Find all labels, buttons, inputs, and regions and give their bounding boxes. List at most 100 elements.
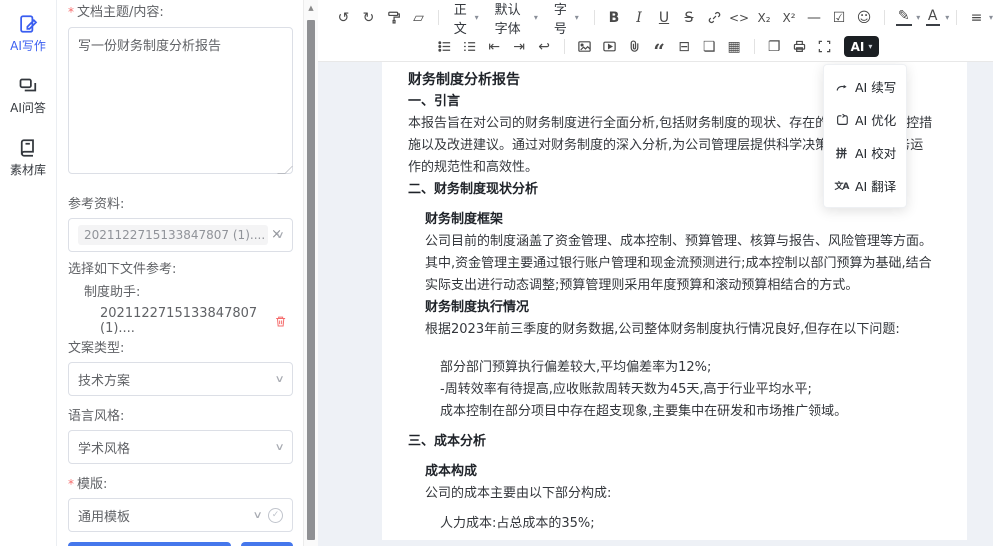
inline-code-icon[interactable]: <> [728,6,751,29]
video-icon[interactable] [598,35,621,58]
attachment-icon[interactable] [623,35,646,58]
image-icon[interactable] [573,35,596,58]
doc-type-value: 技术方案 [78,370,276,389]
doc-list-line: -周转效率有待提高,应收账款周转天数为45天,高于行业平均水平; [440,379,935,401]
toolbar-divider [754,39,755,54]
ai-writing-icon [18,14,38,34]
caret-down-icon: ▾ [575,13,579,22]
required-mark: * [68,5,74,19]
material-library-icon [18,138,38,158]
file-section-label: 选择如下文件参考: [68,262,293,278]
assistant-label: 制度助手: [84,285,293,301]
horizontal-rule-icon[interactable]: — [803,6,826,29]
reference-select[interactable]: 2021122715133847807 (1).... × ∨ [68,218,293,252]
paragraph-style-select[interactable]: 正文 ▾ [454,0,479,37]
ai-translate-icon: 文A [834,179,849,192]
nav-item-ai-qa[interactable]: AI问答 [10,76,46,116]
menu-item-ai-optimize[interactable]: AI 优化 [824,103,906,136]
topic-textarea[interactable]: 写一份财务制度分析报告 [68,27,293,174]
ai-optimize-icon [834,113,849,127]
paragraph-style-value: 正文 [454,0,470,37]
format-painter-icon[interactable] [382,6,405,29]
download-button[interactable]: 下载 [241,542,293,546]
emoji-icon[interactable]: ☺ [853,6,876,29]
font-family-select[interactable]: 默认字体▾ [495,0,538,37]
caret-down-icon: ▾ [475,13,479,22]
toolbar-divider [564,39,565,54]
nav-rail: AI写作 AI问答 素材库 [0,0,57,546]
scroll-up-icon[interactable]: ▲ [304,0,318,12]
blockquote-icon[interactable]: “ [648,35,671,58]
underline-icon[interactable]: U [653,6,676,29]
reference-label: 参考资料: [68,197,293,213]
nav-item-material-library[interactable]: 素材库 [10,138,46,178]
form-panel: *文档主题/内容: 写一份财务制度分析报告 参考资料: 202112271513… [57,0,303,546]
table-icon[interactable]: ▦ [723,35,746,58]
menu-item-ai-translate[interactable]: 文A AI 翻译 [824,169,906,202]
nav-item-label: AI写作 [10,37,46,54]
ai-menu-button[interactable]: AI▾ [844,36,880,57]
highlight-color-icon[interactable]: ✎ [892,6,915,29]
indent-icon[interactable]: ⇥ [508,35,531,58]
align-icon[interactable]: ≡ [965,6,988,29]
panel-scrollbar[interactable]: ▲ [303,0,318,546]
font-size-select[interactable]: 字号 ▾ [554,0,579,37]
menu-item-ai-proofread[interactable]: 拼 AI 校对 [824,136,906,169]
doc-paragraph: 公司目前的制度涵盖了资金管理、成本控制、预算管理、核算与报告、风险管理等方面。其… [425,231,935,297]
superscript-icon[interactable]: X² [778,6,801,29]
style-value: 学术风格 [78,438,276,457]
print-icon[interactable] [788,35,811,58]
ai-qa-icon [18,76,38,96]
reference-tag-text: 2021122715133847807 (1).... [84,228,265,242]
panel-scrollbar-thumb[interactable] [307,20,315,540]
nav-item-label: AI问答 [10,99,46,116]
nav-item-ai-writing[interactable]: AI写作 [10,14,46,54]
caret-down-icon[interactable]: ▾ [989,13,993,22]
embed-window-icon[interactable]: ❐ [763,35,786,58]
caret-down-icon[interactable]: ▾ [916,13,920,22]
check-circle-icon: ✓ [268,508,283,523]
template-select[interactable]: 通用模板 ∨ ✓ [68,498,293,532]
caret-down-icon[interactable]: ▾ [945,13,949,22]
font-color-icon[interactable]: A [921,6,944,29]
menu-item-label: AI 校对 [855,143,896,162]
italic-icon[interactable]: I [628,6,651,29]
menu-item-ai-continue[interactable]: AI 续写 [824,70,906,103]
divider-block-icon[interactable]: ⊟ [673,35,696,58]
text-wrap-icon[interactable]: ↩ [533,35,556,58]
link-icon[interactable] [703,6,726,29]
fullscreen-icon[interactable] [813,35,836,58]
ai-continue-icon [834,80,849,94]
doc-paragraph: 根据2023年前三季度的财务数据,公司整体财务制度执行情况良好,但存在以下问题: [425,319,935,341]
file-reference-row: 2021122715133847807 (1).... [68,306,293,336]
delete-trash-icon[interactable] [274,314,287,329]
todo-checkbox-icon[interactable]: ☑ [828,6,851,29]
reference-tag-chip: 2021122715133847807 (1).... × [78,225,268,245]
chevron-down-icon: ∨ [274,374,284,385]
undo-icon[interactable]: ↺ [332,6,355,29]
outdent-icon[interactable]: ⇤ [483,35,506,58]
template-label: *模版: [68,476,293,493]
toolbar-divider [438,10,439,25]
toolbar-divider [956,10,957,25]
caret-down-icon: ▾ [868,42,872,51]
app-window: AI写作 AI问答 素材库 *文档主题/内容: 写一份财务制度分析报告 参考资料… [0,0,993,546]
page-block-icon[interactable]: ❏ [698,35,721,58]
eraser-icon[interactable]: ▱ [407,6,430,29]
redo-icon[interactable]: ↻ [357,6,380,29]
menu-item-label: AI 续写 [855,77,896,96]
subscript-icon[interactable]: X₂ [753,6,776,29]
strikethrough-icon[interactable]: S [678,6,701,29]
editor-area: ↺ ↻ ▱ 正文 ▾ 默认字体▾ 字号 ▾ B I U S <> X₂ X² — ☑… [318,0,993,546]
template-value: 通用模板 [78,506,254,525]
toolbar-divider [594,10,595,25]
bullet-list-icon[interactable] [433,35,456,58]
font-size-value: 字号 [554,0,570,37]
bold-icon[interactable]: B [603,6,626,29]
generate-button[interactable]: 生成 [68,542,231,546]
toolbar-divider [884,10,885,25]
doc-type-select[interactable]: 技术方案 ∨ [68,362,293,396]
ordered-list-icon[interactable] [458,35,481,58]
style-select[interactable]: 学术风格 ∨ [68,430,293,464]
topic-label: *文档主题/内容: [68,4,293,21]
